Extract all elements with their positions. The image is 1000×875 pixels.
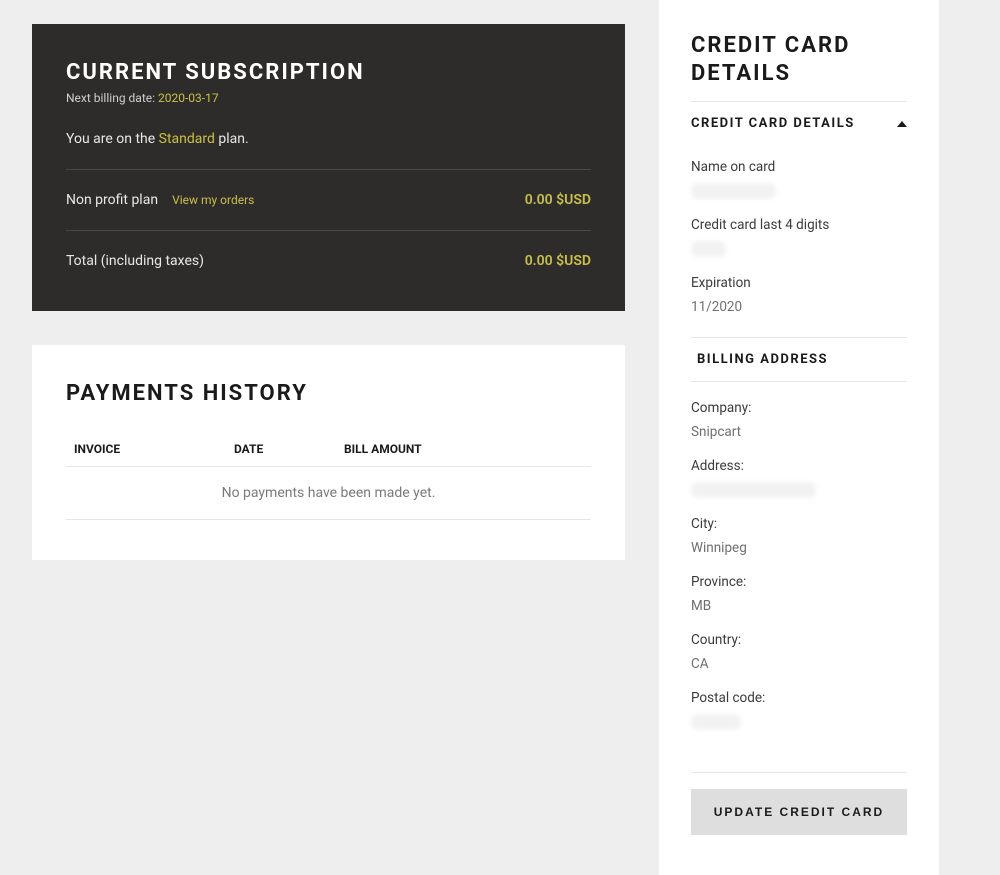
col-invoice: INVOICE: [74, 442, 234, 456]
plan-suffix: plan.: [215, 131, 249, 147]
total-label: Total (including taxes): [66, 253, 204, 269]
name-on-card-label: Name on card: [691, 159, 907, 175]
province-label: Province:: [691, 574, 907, 590]
total-amount: 0.00 $USD: [525, 253, 591, 269]
update-credit-card-button[interactable]: UPDATE CREDIT CARD: [691, 789, 907, 835]
subscription-row-nonprofit: Non profit plan View my orders 0.00 $USD: [66, 170, 591, 230]
company-value: Snipcart: [691, 424, 907, 440]
divider: [691, 772, 907, 773]
last4-value-redacted: [691, 241, 726, 257]
nonprofit-label: Non profit plan: [66, 192, 158, 208]
postal-label: Postal code:: [691, 690, 907, 706]
cc-title-line2: DETAILS: [691, 61, 791, 86]
payments-table: INVOICE DATE BILL AMOUNT No payments hav…: [66, 434, 591, 520]
plan-prefix: You are on the: [66, 131, 159, 147]
subscription-card: CURRENT SUBSCRIPTION Next billing date: …: [32, 24, 625, 311]
province-value: MB: [691, 598, 907, 614]
postal-value-redacted: [691, 714, 741, 730]
city-label: City:: [691, 516, 907, 532]
nonprofit-amount: 0.00 $USD: [525, 192, 591, 208]
last4-label: Credit card last 4 digits: [691, 217, 907, 233]
chevron-up-icon: [897, 121, 907, 127]
field-province: Province: MB: [691, 574, 907, 614]
credit-card-panel: CREDIT CARD DETAILS CREDIT CARD DETAILS …: [659, 0, 939, 875]
billing-address-header: BILLING ADDRESS: [691, 338, 907, 373]
field-company: Company: Snipcart: [691, 400, 907, 440]
subscription-title: CURRENT SUBSCRIPTION: [66, 60, 591, 85]
field-expiration: Expiration 11/2020: [691, 275, 907, 315]
field-address: Address:: [691, 458, 907, 498]
cc-details-toggle[interactable]: CREDIT CARD DETAILS: [691, 102, 907, 141]
view-orders-link[interactable]: View my orders: [172, 193, 254, 207]
next-billing-label: Next billing date:: [66, 91, 158, 105]
name-on-card-value-redacted: [691, 183, 776, 199]
col-amount: BILL AMOUNT: [344, 442, 583, 456]
payments-card: PAYMENTS HISTORY INVOICE DATE BILL AMOUN…: [32, 345, 625, 560]
country-label: Country:: [691, 632, 907, 648]
payments-empty-message: No payments have been made yet.: [66, 467, 591, 520]
company-label: Company:: [691, 400, 907, 416]
plan-name: Standard: [159, 131, 215, 147]
field-country: Country: CA: [691, 632, 907, 672]
next-billing-date: 2020-03-17: [158, 91, 219, 105]
divider: [691, 381, 907, 382]
payments-header-row: INVOICE DATE BILL AMOUNT: [66, 434, 591, 467]
address-value-redacted: [691, 482, 816, 498]
cc-title-line1: CREDIT CARD: [691, 33, 850, 58]
subscription-row-total: Total (including taxes) 0.00 $USD: [66, 231, 591, 269]
next-billing-line: Next billing date: 2020-03-17: [66, 91, 591, 105]
payments-title: PAYMENTS HISTORY: [66, 381, 591, 406]
expiration-label: Expiration: [691, 275, 907, 291]
field-city: City: Winnipeg: [691, 516, 907, 556]
cc-section-header-label: CREDIT CARD DETAILS: [691, 116, 855, 131]
field-name-on-card: Name on card: [691, 159, 907, 199]
city-value: Winnipeg: [691, 540, 907, 556]
field-postal: Postal code:: [691, 690, 907, 730]
field-last4: Credit card last 4 digits: [691, 217, 907, 257]
country-value: CA: [691, 656, 907, 672]
address-label: Address:: [691, 458, 907, 474]
col-date: DATE: [234, 442, 344, 456]
credit-card-title: CREDIT CARD DETAILS: [691, 32, 907, 87]
plan-line: You are on the Standard plan.: [66, 131, 591, 147]
expiration-value: 11/2020: [691, 299, 907, 315]
